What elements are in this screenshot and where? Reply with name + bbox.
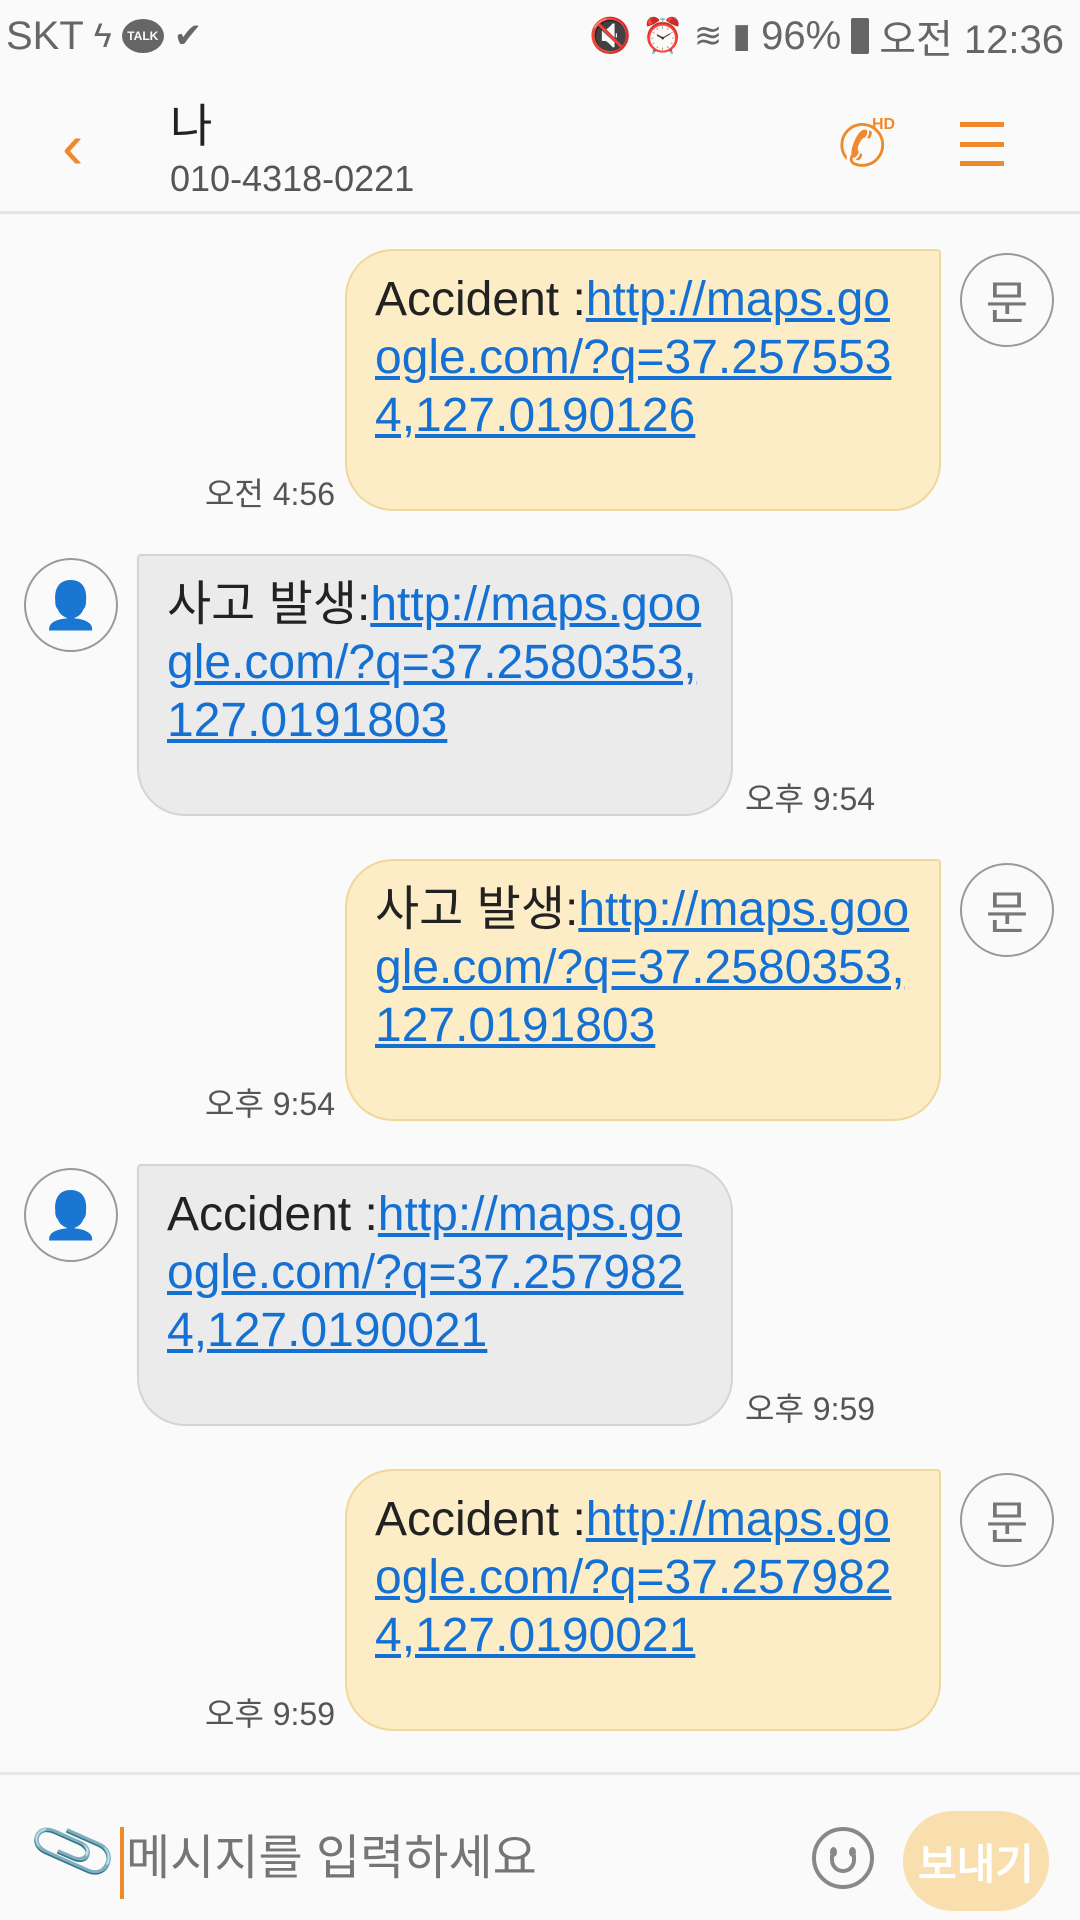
check-notification-icon: ✔ <box>173 17 203 55</box>
send-button[interactable]: 보내기 <box>903 1811 1049 1911</box>
message-time: 오후 9:59 <box>204 1696 335 1732</box>
message-time: 오후 9:59 <box>745 1391 876 1427</box>
message-bubble[interactable]: Accident :http://maps.google.com/?q=37.2… <box>345 1469 941 1731</box>
conversation-header: ‹ 나 010-4318-0221 ✆ HD <box>0 72 1080 214</box>
message-time: 오후 9:54 <box>745 781 876 817</box>
carrier-label: SKT <box>6 13 84 58</box>
person-icon: 👤 <box>42 1188 100 1241</box>
message-text: Accident : <box>375 1493 586 1546</box>
hd-badge: HD <box>872 116 896 133</box>
text-cursor <box>120 1827 124 1899</box>
message-text: 사고 발생: <box>375 883 579 936</box>
vibrate-mute-icon: 🔇 <box>589 17 632 55</box>
battery-percent: 96% <box>761 13 842 58</box>
sim-badge[interactable]: 문 <box>960 253 1054 347</box>
battery-icon <box>851 18 870 54</box>
composer: 📎 보내기 <box>0 1772 1080 1920</box>
chevron-left-icon: ‹ <box>62 110 84 182</box>
message-input[interactable] <box>126 1831 766 1886</box>
status-bar: SKT ϟ TALK ✔ 🔇 ⏰ ≋ ▮ 96% 오전 12:36 <box>0 0 1080 72</box>
contact-avatar[interactable]: 👤 <box>24 1168 118 1262</box>
message-time: 오후 9:54 <box>204 1086 335 1122</box>
attach-icon[interactable]: 📎 <box>24 1803 122 1899</box>
message-bubble[interactable]: Accident :http://maps.google.com/?q=37.2… <box>137 1164 733 1426</box>
message-list[interactable]: 문 Accident :http://maps.google.com/?q=37.… <box>0 249 1080 1774</box>
message-bubble[interactable]: 사고 발생:http://maps.google.com/?q=37.25803… <box>137 554 733 816</box>
message-bubble[interactable]: 사고 발생:http://maps.google.com/?q=37.25803… <box>345 859 941 1121</box>
message-row: 👤 Accident :http://maps.google.com/?q=37.… <box>0 1164 1080 1469</box>
sim-badge[interactable]: 문 <box>960 863 1054 957</box>
contact-name: 나 <box>170 100 213 152</box>
volte-icon: ϟ <box>93 16 112 55</box>
message-bubble[interactable]: Accident :http://maps.google.com/?q=37.2… <box>345 249 941 511</box>
message-row: 문 Accident :http://maps.google.com/?q=37.… <box>0 249 1080 554</box>
alarm-icon: ⏰ <box>641 17 684 55</box>
hd-call-button[interactable]: ✆ HD <box>838 112 895 180</box>
message-row: 문 Accident :http://maps.google.com/?q=37.… <box>0 1469 1080 1774</box>
sim-label: 문 <box>985 277 1029 329</box>
message-text: Accident : <box>167 1188 378 1241</box>
sim-badge[interactable]: 문 <box>960 1473 1054 1567</box>
emoji-icon[interactable] <box>812 1827 874 1889</box>
wifi-icon: ≋ <box>693 17 723 55</box>
message-time: 오전 4:56 <box>204 476 335 512</box>
kakaotalk-icon: TALK <box>121 19 164 53</box>
message-row: 👤 사고 발생:http://maps.google.com/?q=37.2580… <box>0 554 1080 859</box>
sim-label: 문 <box>985 1497 1029 1549</box>
back-button[interactable]: ‹ <box>62 114 102 178</box>
menu-button[interactable] <box>960 122 1004 166</box>
sim-label: 문 <box>985 887 1029 939</box>
person-icon: 👤 <box>42 578 100 631</box>
message-text: Accident : <box>375 273 586 326</box>
signal-icon: ▮ <box>732 17 752 55</box>
message-row: 문 사고 발생:http://maps.google.com/?q=37.2580… <box>0 859 1080 1164</box>
clock: 오전 12:36 <box>879 18 1064 62</box>
contact-phone: 010-4318-0221 <box>170 158 415 199</box>
contact-avatar[interactable]: 👤 <box>24 558 118 652</box>
message-text: 사고 발생: <box>167 578 371 631</box>
